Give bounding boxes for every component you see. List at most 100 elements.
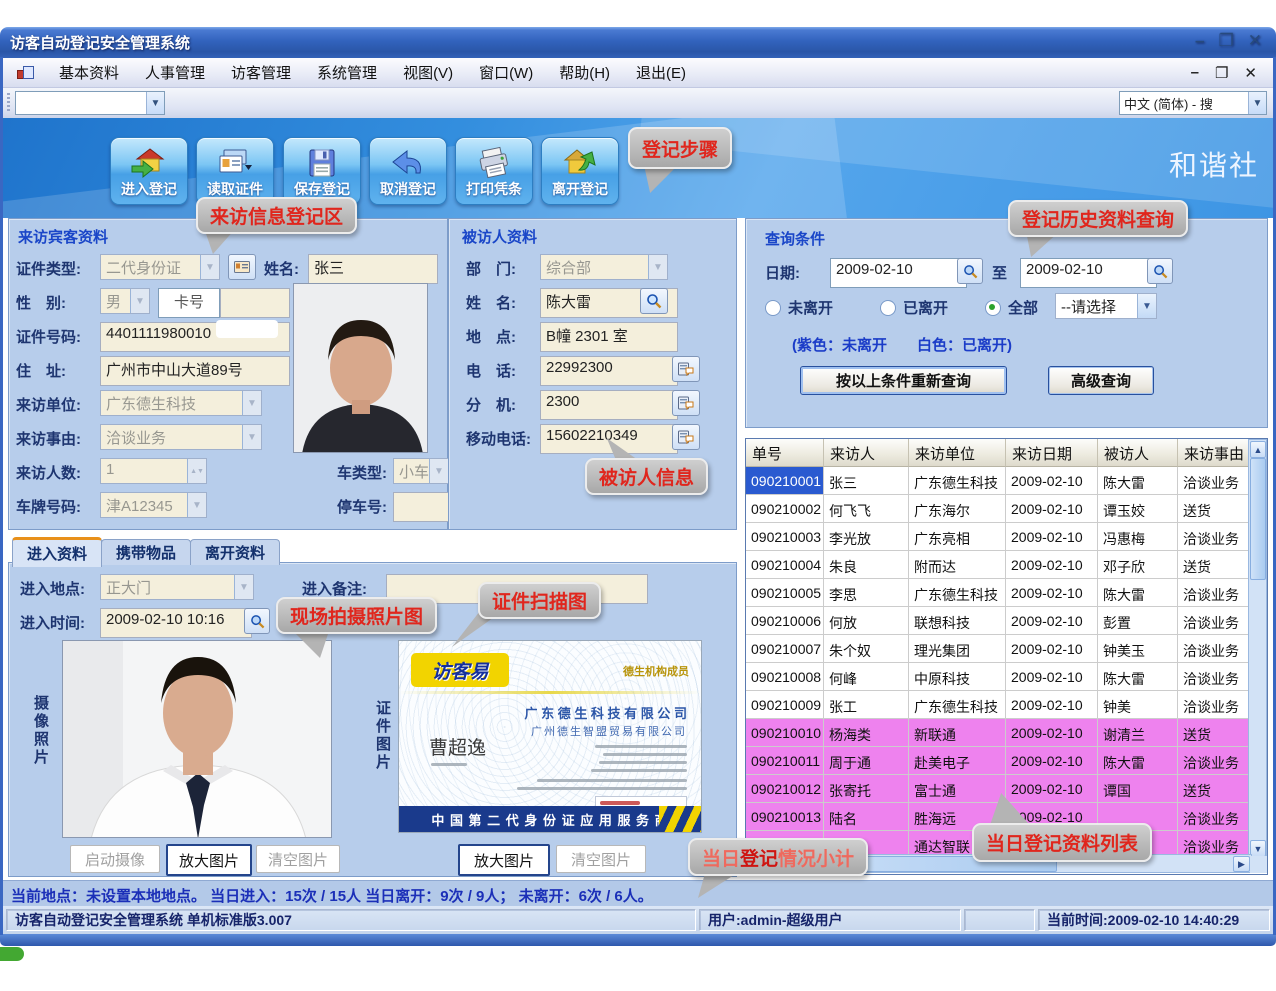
filter-select[interactable]: --请选择▼ — [1055, 293, 1157, 319]
radio-all[interactable]: 全部 — [985, 297, 1038, 318]
visit-unit-select[interactable]: 广东德生科技▼ — [100, 390, 262, 416]
gender-select[interactable]: 男▼ — [100, 288, 150, 314]
id-card-scan: 访客易 德生机构成员 广 东 德 生 科 技 有 限 公 司 广州德生智盟贸易有… — [398, 640, 702, 833]
minimize-icon[interactable]: – — [1195, 31, 1204, 51]
date-from-picker-button[interactable] — [957, 258, 983, 284]
close-icon[interactable]: ✕ — [1248, 31, 1262, 51]
col-header-unit[interactable]: 来访单位 — [909, 439, 1006, 467]
table-row[interactable]: 090210002 何飞飞 广东海尔 2009-02-10 谭玉姣 送货 — [746, 495, 1250, 523]
date-to-picker-button[interactable] — [1147, 258, 1173, 284]
menu-item-help[interactable]: 帮助(H) — [559, 62, 610, 83]
cell-date: 2009-02-10 — [1006, 719, 1098, 747]
restore-icon[interactable]: ❐ — [1219, 31, 1234, 51]
phone-message-icon — [678, 362, 694, 376]
status-user: 用户:admin-超级用户 — [699, 909, 961, 931]
read-id-button[interactable]: 读取证件 — [196, 137, 274, 205]
ext-field[interactable]: 2300 — [540, 390, 678, 420]
mdi-restore-icon[interactable]: ❐ — [1215, 64, 1228, 82]
table-row[interactable]: 090210006 何放 联想科技 2009-02-10 彭置 洽谈业务 — [746, 607, 1250, 635]
col-header-visitor[interactable]: 来访人 — [824, 439, 909, 467]
card-no-field[interactable] — [220, 288, 290, 318]
chevron-down-icon[interactable]: ▼ — [146, 92, 164, 114]
leave-register-button[interactable]: 离开登记 — [541, 137, 619, 205]
input-language-select[interactable]: 中文 (简体) - 搜 ▼ — [1119, 91, 1267, 115]
clear-card-button[interactable]: 清空图片 — [556, 845, 646, 873]
plate-select[interactable]: 津A12345▼ — [100, 492, 207, 518]
start-camera-button[interactable]: 启动摄像 — [70, 845, 160, 873]
table-row[interactable]: 090210009 张工 广东德生科技 2009-02-10 钟美 洽谈业务 — [746, 691, 1250, 719]
cell-reason: 洽谈业务 — [1178, 607, 1250, 635]
chevron-down-icon[interactable]: ▼ — [1248, 92, 1266, 114]
mobile-field[interactable]: 15602210349 — [540, 424, 678, 454]
entry-place-select[interactable]: 正大门▼ — [100, 574, 254, 600]
table-row[interactable]: 090210004 朱良 附而达 2009-02-10 邓子欣 送货 — [746, 551, 1250, 579]
col-header-date[interactable]: 来访日期 — [1006, 439, 1098, 467]
vscroll-thumb[interactable] — [1250, 458, 1266, 580]
table-row[interactable]: 090210001 张三 广东德生科技 2009-02-10 陈大雷 洽谈业务 — [746, 467, 1250, 495]
save-register-button[interactable]: 保存登记 — [283, 137, 361, 205]
address-field[interactable]: 广州市中山大道89号 — [100, 356, 290, 386]
radio-left[interactable]: 已离开 — [880, 297, 948, 318]
table-row[interactable]: 090210003 李光放 广东亮相 2009-02-10 冯惠梅 洽谈业务 — [746, 523, 1250, 551]
table-row[interactable]: 090210008 何峰 中原科技 2009-02-10 陈大雷 洽谈业务 — [746, 663, 1250, 691]
clear-photo-button[interactable]: 清空图片 — [256, 845, 340, 873]
menu-item-window[interactable]: 窗口(W) — [479, 62, 533, 83]
entry-time-picker-button[interactable] — [244, 608, 270, 634]
spinner-icons[interactable]: ▲▼ — [187, 459, 206, 483]
table-row[interactable]: 090210010 杨海类 新联通 2009-02-10 谢清兰 送货 — [746, 719, 1250, 747]
visitor-name-field[interactable]: 张三 — [308, 254, 438, 284]
search-person-icon-button[interactable] — [640, 288, 668, 314]
advanced-query-button[interactable]: 高级查询 — [1048, 366, 1154, 395]
scroll-up-icon[interactable]: ▲ — [1250, 441, 1266, 458]
table-row[interactable]: 090210011 周于通 赴美电子 2009-02-10 陈大雷 洽谈业务 — [746, 747, 1250, 775]
chevron-down-icon: ▼ — [648, 255, 667, 279]
tab-carried-items[interactable]: 携带物品 — [101, 539, 191, 565]
chevron-down-icon: ▼ — [130, 289, 149, 313]
menu-item-exit[interactable]: 退出(E) — [636, 62, 686, 83]
cell-number: 090210006 — [746, 607, 824, 635]
col-header-reason[interactable]: 来访事由 — [1178, 439, 1250, 467]
mdi-minimize-icon[interactable]: – — [1191, 64, 1199, 82]
visitor-count-stepper[interactable]: 1 ▲▼ — [100, 458, 207, 484]
table-vscrollbar[interactable]: ▲ ▼ — [1248, 439, 1267, 859]
menu-item-view[interactable]: 视图(V) — [403, 62, 453, 83]
tab-leave-data[interactable]: 离开资料 — [190, 539, 280, 565]
table-row[interactable]: 090210007 朱个奴 理光集团 2009-02-10 钟美玉 洽谈业务 — [746, 635, 1250, 663]
call-notify-icon-button[interactable] — [672, 424, 700, 450]
call-notify-icon-button[interactable] — [672, 356, 700, 382]
visit-reason-select[interactable]: 洽谈业务▼ — [100, 424, 262, 450]
location-field[interactable]: B幢 2301 室 — [540, 322, 678, 352]
col-header-visited[interactable]: 被访人 — [1098, 439, 1178, 467]
table-row[interactable]: 090210005 李思 广东德生科技 2009-02-10 陈大雷 洽谈业务 — [746, 579, 1250, 607]
col-header-number[interactable]: 单号 — [746, 439, 824, 467]
radio-not-left[interactable]: 未离开 — [765, 297, 833, 318]
call-notify-icon-button[interactable] — [672, 390, 700, 416]
cell-visitor: 张寄托 — [824, 775, 909, 803]
cancel-register-button[interactable]: 取消登记 — [369, 137, 447, 205]
tab-entry-data[interactable]: 进入资料 — [12, 537, 102, 567]
requery-button[interactable]: 按以上条件重新查询 — [800, 366, 1007, 395]
menu-item-visitor[interactable]: 访客管理 — [231, 62, 291, 83]
mdi-close-icon[interactable]: ✕ — [1244, 64, 1257, 82]
car-type-select[interactable]: 小车▼ — [393, 458, 449, 484]
scroll-down-icon[interactable]: ▼ — [1250, 840, 1266, 857]
read-card-icon-button[interactable] — [228, 254, 256, 280]
menu-item-basic[interactable]: 基本资料 — [59, 62, 119, 83]
cert-type-select[interactable]: 二代身份证▼ — [100, 254, 220, 280]
status-bar: 访客自动登记安全管理系统 单机标准版3.007 用户:admin-超级用户 当前… — [3, 906, 1273, 934]
date-from-field[interactable]: 2009-02-10 — [830, 258, 967, 288]
enlarge-photo-button[interactable]: 放大图片 — [166, 844, 252, 876]
table-row[interactable]: 090210012 张寄托 富士通 2009-02-10 谭国 送货 — [746, 775, 1250, 803]
entry-time-field[interactable]: 2009-02-10 10:16 — [100, 608, 252, 638]
quick-search-combobox[interactable]: ▼ — [15, 91, 165, 115]
enlarge-card-button[interactable]: 放大图片 — [458, 844, 550, 876]
enter-register-button[interactable]: 进入登记 — [110, 137, 188, 205]
radio-icon — [985, 300, 1001, 316]
print-slip-button[interactable]: 打印凭条 — [455, 137, 533, 205]
date-to-field[interactable]: 2009-02-10 — [1020, 258, 1157, 288]
tel-field[interactable]: 22992300 — [540, 356, 678, 386]
menu-item-system[interactable]: 系统管理 — [317, 62, 377, 83]
dept-select[interactable]: 综合部▼ — [540, 254, 668, 280]
menu-item-hr[interactable]: 人事管理 — [145, 62, 205, 83]
scroll-right-icon[interactable]: ▶ — [1233, 856, 1250, 872]
